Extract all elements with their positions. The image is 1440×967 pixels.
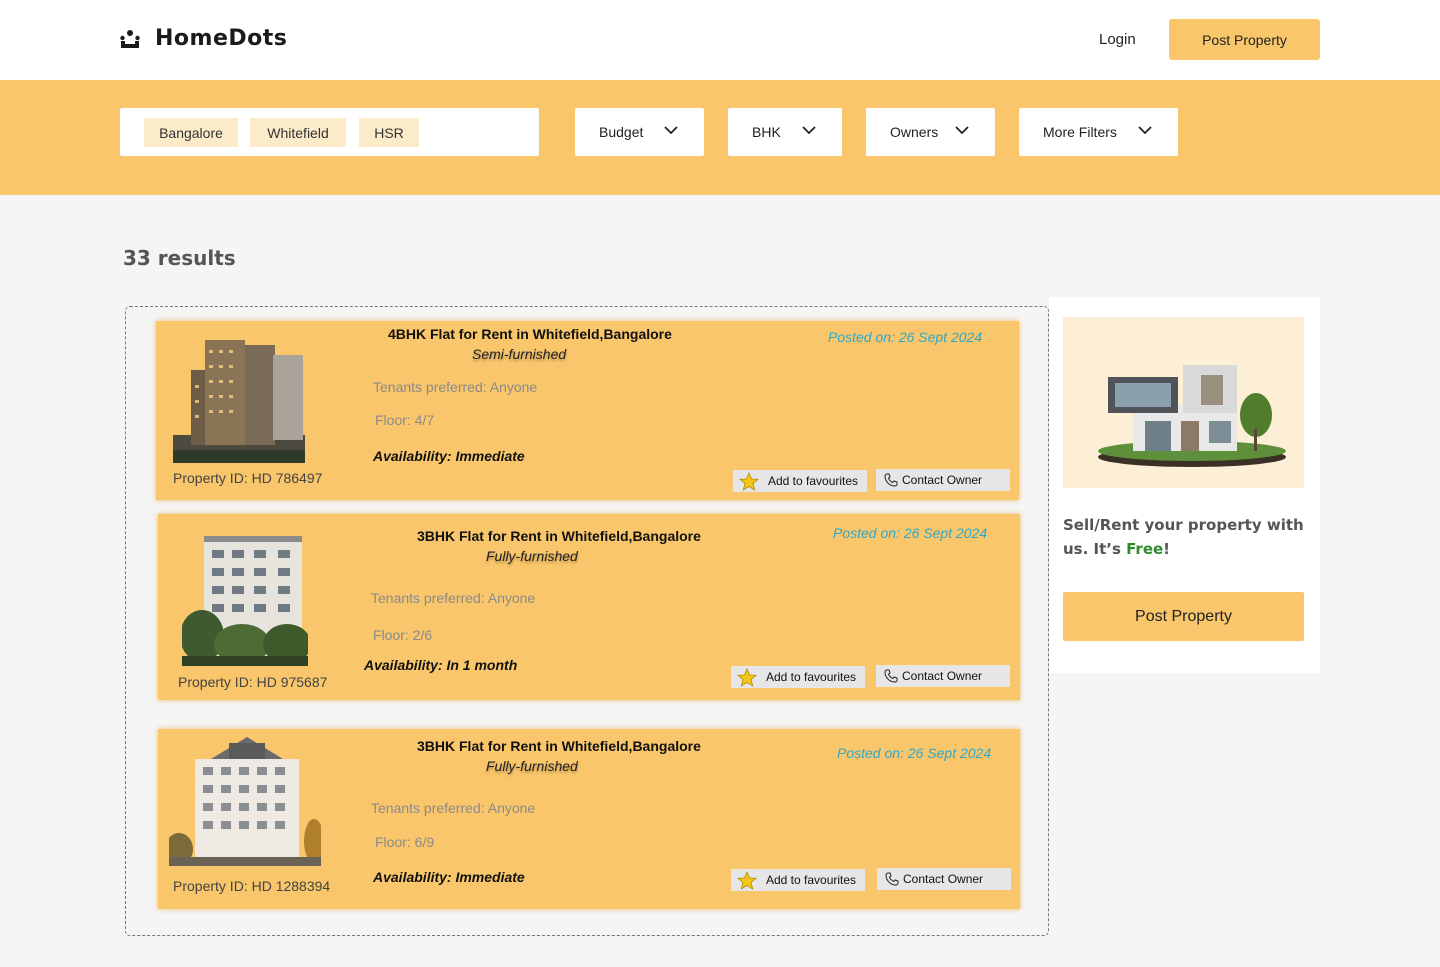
- property-title[interactable]: 3BHK Flat for Rent in Whitefield,Bangalo…: [417, 738, 701, 754]
- property-card[interactable]: Property ID: HD 1288394 3BHK Flat for Re…: [158, 729, 1020, 909]
- brand-name: HomeDots: [155, 26, 288, 51]
- building-photo-icon: [173, 340, 305, 463]
- promo-sidebar: Sell/Rent your property with us. It’s Fr…: [1049, 297, 1320, 673]
- availability: Availability: Immediate: [373, 869, 525, 885]
- chevron-down-icon: [1138, 126, 1152, 135]
- house-people-icon: [120, 29, 140, 48]
- promo-message: Sell/Rent your property with us. It’s: [1063, 516, 1304, 558]
- modern-house-icon: [1098, 365, 1286, 467]
- bhk-dropdown-label: BHK: [752, 124, 781, 140]
- more-filters-dropdown-label: More Filters: [1043, 124, 1117, 140]
- contact-owner-label: Contact Owner: [902, 473, 983, 487]
- post-property-button[interactable]: Post Property: [1169, 19, 1320, 60]
- bhk-dropdown[interactable]: BHK: [728, 108, 842, 156]
- contact-owner-label: Contact Owner: [903, 872, 984, 886]
- add-to-favourites-label: Add to favourites: [766, 873, 857, 887]
- property-id: Property ID: HD 975687: [178, 674, 328, 690]
- phone-icon: [884, 669, 898, 683]
- add-to-favourites-button[interactable]: Add to favourites: [731, 869, 865, 891]
- add-to-favourites-label: Add to favourites: [766, 670, 857, 684]
- tenants-preferred: Tenants preferred: Anyone: [371, 590, 536, 606]
- owners-dropdown[interactable]: Owners: [866, 108, 995, 156]
- posted-date: Posted on: 26 Sept 2024: [828, 329, 983, 345]
- owners-dropdown-label: Owners: [890, 124, 939, 140]
- posted-date: Posted on: 26 Sept 2024: [837, 745, 992, 761]
- login-link[interactable]: Login: [1099, 31, 1136, 48]
- sidebar-post-property-button[interactable]: Post Property: [1063, 592, 1304, 641]
- promo-free-highlight: Free: [1126, 540, 1164, 558]
- add-to-favourites-label: Add to favourites: [768, 474, 859, 488]
- property-image[interactable]: [169, 737, 321, 866]
- tenants-preferred: Tenants preferred: Anyone: [373, 379, 538, 395]
- property-image[interactable]: [173, 340, 305, 463]
- location-chip-bangalore[interactable]: Bangalore: [144, 118, 238, 147]
- chevron-down-icon: [802, 126, 816, 135]
- furnishing-status: Semi-furnished: [472, 346, 567, 362]
- star-icon: [739, 472, 759, 491]
- contact-owner-button[interactable]: Contact Owner: [876, 469, 1010, 491]
- chevron-down-icon: [664, 126, 678, 135]
- property-card[interactable]: Property ID: HD 786497 4BHK Flat for Ren…: [156, 321, 1019, 500]
- contact-owner-label: Contact Owner: [902, 669, 983, 683]
- property-id: Property ID: HD 1288394: [173, 878, 331, 894]
- budget-dropdown[interactable]: Budget: [575, 108, 704, 156]
- top-navbar: HomeDots Login Post Property: [0, 0, 1440, 80]
- more-filters-dropdown[interactable]: More Filters: [1019, 108, 1178, 156]
- location-chip-hsr[interactable]: HSR: [359, 118, 419, 147]
- property-card[interactable]: Property ID: HD 975687 3BHK Flat for Ren…: [158, 514, 1020, 700]
- furnishing-status: Fully-furnished: [486, 758, 578, 774]
- location-chip-whitefield[interactable]: Whitefield: [250, 118, 346, 147]
- property-image[interactable]: [182, 526, 308, 666]
- star-icon: [737, 871, 757, 890]
- brand-logo[interactable]: HomeDots: [119, 26, 287, 51]
- property-title[interactable]: 4BHK Flat for Rent in Whitefield,Bangalo…: [388, 326, 672, 342]
- availability: Availability: In 1 month: [364, 657, 518, 673]
- filter-bar: Bangalore Whitefield HSR Budget BHK Owne…: [0, 80, 1440, 195]
- floor-info: Floor: 2/6: [373, 627, 433, 643]
- posted-date: Posted on: 26 Sept 2024: [833, 525, 988, 541]
- floor-info: Floor: 4/7: [375, 412, 435, 428]
- chevron-down-icon: [955, 126, 969, 135]
- house-illustration: [1063, 317, 1304, 488]
- tenants-preferred: Tenants preferred: Anyone: [371, 800, 536, 816]
- location-search-input[interactable]: Bangalore Whitefield HSR: [120, 108, 539, 156]
- contact-owner-button[interactable]: Contact Owner: [877, 868, 1011, 890]
- phone-icon: [885, 872, 899, 886]
- property-title[interactable]: 3BHK Flat for Rent in Whitefield,Bangalo…: [417, 528, 701, 544]
- building-photo-icon: [169, 737, 321, 866]
- promo-message-end: !: [1163, 540, 1171, 558]
- building-photo-icon: [182, 526, 308, 666]
- add-to-favourites-button[interactable]: Add to favourites: [733, 470, 867, 492]
- contact-owner-button[interactable]: Contact Owner: [876, 665, 1010, 687]
- promo-text: Sell/Rent your property with us. It’s Fr…: [1063, 513, 1313, 561]
- phone-icon: [884, 473, 898, 487]
- furnishing-status: Fully-furnished: [486, 548, 578, 564]
- star-icon: [737, 668, 757, 687]
- add-to-favourites-button[interactable]: Add to favourites: [731, 666, 865, 688]
- availability: Availability: Immediate: [373, 448, 525, 464]
- results-count: 33 results: [123, 246, 236, 270]
- floor-info: Floor: 6/9: [375, 834, 435, 850]
- budget-dropdown-label: Budget: [599, 124, 644, 140]
- property-id: Property ID: HD 786497: [173, 470, 323, 486]
